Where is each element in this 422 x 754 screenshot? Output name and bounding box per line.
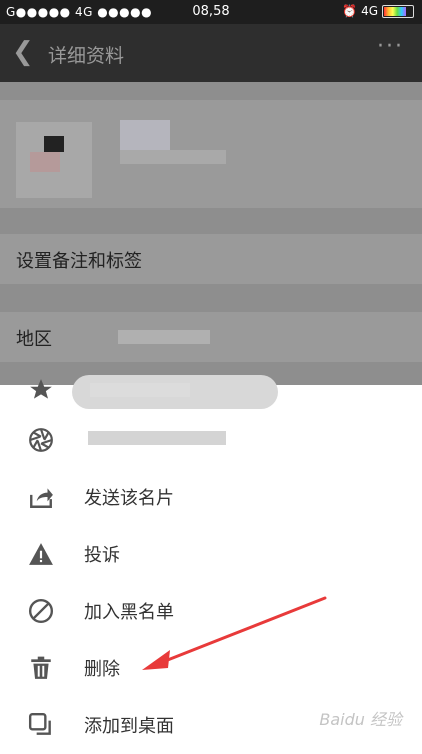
profile-card [0,100,422,208]
star-friend-item[interactable] [0,375,422,405]
blacklist-label: 加入黑名单 [84,602,174,623]
profile-id-blurred [120,150,226,164]
profile-name-blurred [120,120,170,154]
region-label: 地区 [16,329,52,350]
avatar [16,122,92,198]
complain-label: 投诉 [84,545,120,566]
share-icon [30,488,53,508]
action-sheet: 发送该名片 投诉 加入黑名单 删除 添加到桌面 Baidu 经验 [0,375,422,748]
trash-icon [31,656,51,679]
region-row[interactable]: 地区 [0,312,422,362]
network-label: 4G [361,4,378,18]
region-value-blurred [118,330,210,344]
star-label-blurred [90,383,190,397]
back-icon[interactable]: ❮ [12,37,34,67]
moments-permission-item[interactable] [0,413,422,469]
nav-bar: ❮ 详细资料 ··· [0,24,422,82]
add-to-desktop-icon [28,712,51,735]
status-right: ⏰ 4G [342,4,414,18]
dimmed-background: 设置备注和标签 地区 [0,82,422,385]
blacklist-item[interactable]: 加入黑名单 [0,584,422,640]
status-bar: G●●●●● 4G ●●●●● 08,58 ⏰ 4G [0,0,422,24]
watermark: Baidu 经验 [319,710,402,729]
delete-item[interactable]: 删除 [0,641,422,697]
send-card-item[interactable]: 发送该名片 [0,470,422,526]
remark-tags-row[interactable]: 设置备注和标签 [0,234,422,284]
alarm-icon: ⏰ [342,4,358,18]
aperture-icon [29,428,53,452]
warning-icon [29,543,53,565]
more-icon[interactable]: ··· [377,34,404,59]
battery-icon [382,4,414,18]
complain-item[interactable]: 投诉 [0,527,422,583]
add-to-desktop-label: 添加到桌面 [84,716,174,737]
delete-label: 删除 [84,659,120,680]
remark-tags-label: 设置备注和标签 [16,251,142,272]
moments-label-blurred [88,431,226,445]
block-icon [28,598,54,624]
page-title: 详细资料 [48,45,125,67]
star-icon [30,379,52,399]
send-card-label: 发送该名片 [84,488,174,509]
